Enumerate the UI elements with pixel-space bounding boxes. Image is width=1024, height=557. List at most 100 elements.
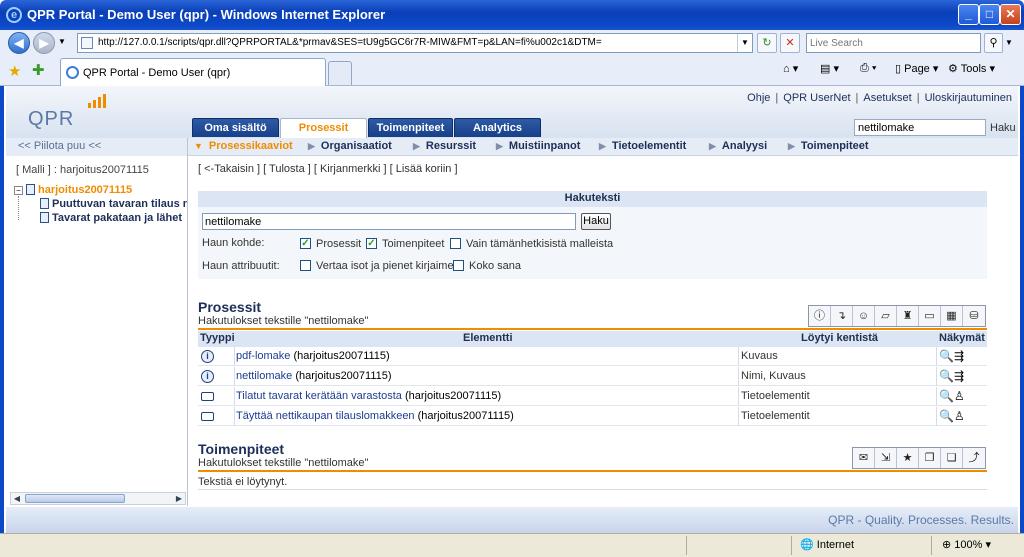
browser-tab-row: ★ ✚ QPR Portal - Demo User (qpr) ⌂ ▾ ▤ ▾…: [0, 56, 1024, 86]
process-icon[interactable]: ♙: [954, 389, 965, 403]
element-link[interactable]: nettilomake: [236, 370, 292, 382]
mail-icon[interactable]: ✉: [853, 448, 875, 468]
search-text-input[interactable]: [203, 214, 573, 229]
checkbox-label: Prosessit: [316, 238, 362, 250]
stop-icon[interactable]: ✕: [780, 33, 800, 53]
forward-icon[interactable]: ▶: [33, 32, 55, 54]
action-links[interactable]: [ <-Takaisin ] [ Tulosta ] [ Kirjanmerkk…: [198, 163, 458, 175]
magnifier-icon[interactable]: 🔍: [939, 369, 954, 383]
header-search-box[interactable]: [854, 119, 986, 136]
element-cell: pdf-lomake (harjoitus20071115): [236, 350, 390, 362]
scroll-left-icon[interactable]: ◀: [11, 493, 23, 504]
subnav-prosessikaaviot[interactable]: ▼ Prosessikaaviot: [194, 140, 293, 152]
chart-icon[interactable]: ⤴: [963, 448, 985, 468]
scroll-right-icon[interactable]: ▶: [173, 493, 185, 504]
tools-menu[interactable]: ⚙ Tools ▾: [948, 62, 995, 75]
header-search-input[interactable]: [855, 120, 983, 135]
print-icon[interactable]: ⎙ ▾: [860, 62, 876, 75]
subnav-analyysi[interactable]: ▶ Analyysi: [709, 140, 767, 152]
tab-toimenpiteet[interactable]: Toimenpiteet: [368, 118, 453, 137]
process-icon[interactable]: ♙: [954, 409, 965, 423]
tree-item[interactable]: Puuttuvan tavaran tilaus r: [40, 198, 187, 210]
resource-icon[interactable]: ♜: [897, 306, 919, 326]
tab-favicon-icon: [66, 66, 79, 79]
address-dropdown-icon[interactable]: ▼: [737, 34, 752, 52]
maximize-button[interactable]: □: [979, 4, 1000, 25]
search-options-icon[interactable]: ▼: [1005, 38, 1013, 47]
back-icon[interactable]: ◀: [8, 32, 30, 54]
close-button[interactable]: ✕: [1000, 4, 1021, 25]
usernet-link[interactable]: QPR UserNet: [783, 92, 850, 104]
browser-tab-label: QPR Portal - Demo User (qpr): [83, 67, 231, 79]
column-divider: [738, 367, 739, 386]
favorites-star-icon[interactable]: ★: [8, 62, 21, 80]
flow-icon[interactable]: ↴: [831, 306, 853, 326]
copy-icon[interactable]: ❏: [941, 448, 963, 468]
checkbox-whole-word[interactable]: [453, 260, 464, 271]
logout-link[interactable]: Uloskirjautuminen: [925, 92, 1012, 104]
magnifier-icon[interactable]: 🔍: [939, 409, 954, 423]
tab-analytics[interactable]: Analytics: [454, 118, 541, 137]
checkbox-case-sensitive[interactable]: [300, 260, 311, 271]
element-link[interactable]: Tilatut tavarat kerätään varastosta: [236, 390, 402, 402]
database-icon[interactable]: ⛁: [963, 306, 985, 326]
settings-link[interactable]: Asetukset: [863, 92, 911, 104]
scroll-thumb[interactable]: [25, 494, 125, 503]
live-search-box[interactable]: [806, 33, 981, 53]
title-bar: e QPR Portal - Demo User (qpr) - Windows…: [0, 0, 1024, 30]
subnav-toimenpiteet[interactable]: ▶ Toimenpiteet: [788, 140, 869, 152]
search-text-box[interactable]: [202, 213, 576, 230]
subnav-muistiinpanot[interactable]: ▶ Muistiinpanot: [496, 140, 580, 152]
browser-tab[interactable]: QPR Portal - Demo User (qpr): [60, 58, 326, 86]
checkbox-prosessit[interactable]: ✓: [300, 238, 311, 249]
address-bar[interactable]: http://127.0.0.1/scripts/qpr.dll?QPRPORT…: [77, 33, 753, 53]
element-cell: nettilomake (harjoitus20071115): [236, 370, 392, 382]
tree-item[interactable]: Tavarat pakataan ja lähet: [40, 212, 182, 224]
element-link[interactable]: Täyttää nettikaupan tilauslomakkeen: [236, 410, 415, 422]
hierarchy-icon[interactable]: ⇶: [954, 369, 964, 383]
search-icon[interactable]: ⚲: [984, 33, 1003, 53]
new-tab-button[interactable]: [328, 61, 352, 85]
home-icon[interactable]: ⌂ ▾: [783, 62, 798, 75]
feeds-icon[interactable]: ▤ ▾: [820, 62, 839, 75]
search-button[interactable]: Haku: [581, 213, 611, 230]
subnav-resurssit[interactable]: ▶ Resurssit: [413, 140, 476, 152]
live-search-input[interactable]: [807, 34, 967, 52]
subnav-tietoelementit[interactable]: ▶ Tietoelementit: [599, 140, 686, 152]
page-menu[interactable]: ▯ Page ▾: [895, 62, 938, 75]
horizontal-scrollbar[interactable]: ◀ ▶: [10, 492, 186, 505]
export-icon[interactable]: ⇲: [875, 448, 897, 468]
checkbox-current-models[interactable]: [450, 238, 461, 249]
magnifier-icon[interactable]: 🔍: [939, 389, 954, 403]
minimize-button[interactable]: _: [958, 4, 979, 25]
element-link[interactable]: pdf-lomake: [236, 350, 290, 362]
tab-oma-sisalto[interactable]: Oma sisältö: [192, 118, 279, 137]
processes-subtitle: Hakutulokset tekstille "nettilomake": [198, 315, 369, 327]
note-icon[interactable]: ▱: [875, 306, 897, 326]
zoom-control[interactable]: ⊕ 100% ▾: [931, 536, 1020, 555]
help-link[interactable]: Ohje: [747, 92, 770, 104]
rectangle-icon[interactable]: ▭: [919, 306, 941, 326]
tree-root[interactable]: harjoitus20071115: [26, 184, 132, 196]
matrix-icon[interactable]: ▦: [941, 306, 963, 326]
tab-prosessit[interactable]: Prosessit: [280, 118, 367, 138]
subnav-label: Tietoelementit: [611, 140, 687, 152]
header-search-button[interactable]: Haku: [990, 122, 1016, 134]
tree-collapse-icon[interactable]: −: [14, 186, 23, 195]
organization-icon[interactable]: ☺: [853, 306, 875, 326]
found-in-cell: Nimi, Kuvaus: [741, 370, 806, 382]
magnifier-icon[interactable]: 🔍: [939, 349, 954, 363]
document-icon[interactable]: ❐: [919, 448, 941, 468]
column-divider: [936, 347, 937, 366]
subnav-organisaatiot[interactable]: ▶ Organisaatiot: [308, 140, 392, 152]
checkbox-toimenpiteet[interactable]: ✓: [366, 238, 377, 249]
hide-tree-link[interactable]: << Piilota puu <<: [6, 138, 187, 156]
history-dropdown-icon[interactable]: ▼: [58, 37, 66, 46]
info-icon[interactable]: ⓘ: [809, 306, 831, 326]
scorecard-icon[interactable]: ★: [897, 448, 919, 468]
window-border-right: [1020, 30, 1024, 557]
globe-icon: 🌐: [800, 539, 814, 551]
add-favorite-icon[interactable]: ✚: [32, 61, 45, 79]
refresh-icon[interactable]: ↻: [757, 33, 777, 53]
hierarchy-icon[interactable]: ⇶: [954, 349, 964, 363]
